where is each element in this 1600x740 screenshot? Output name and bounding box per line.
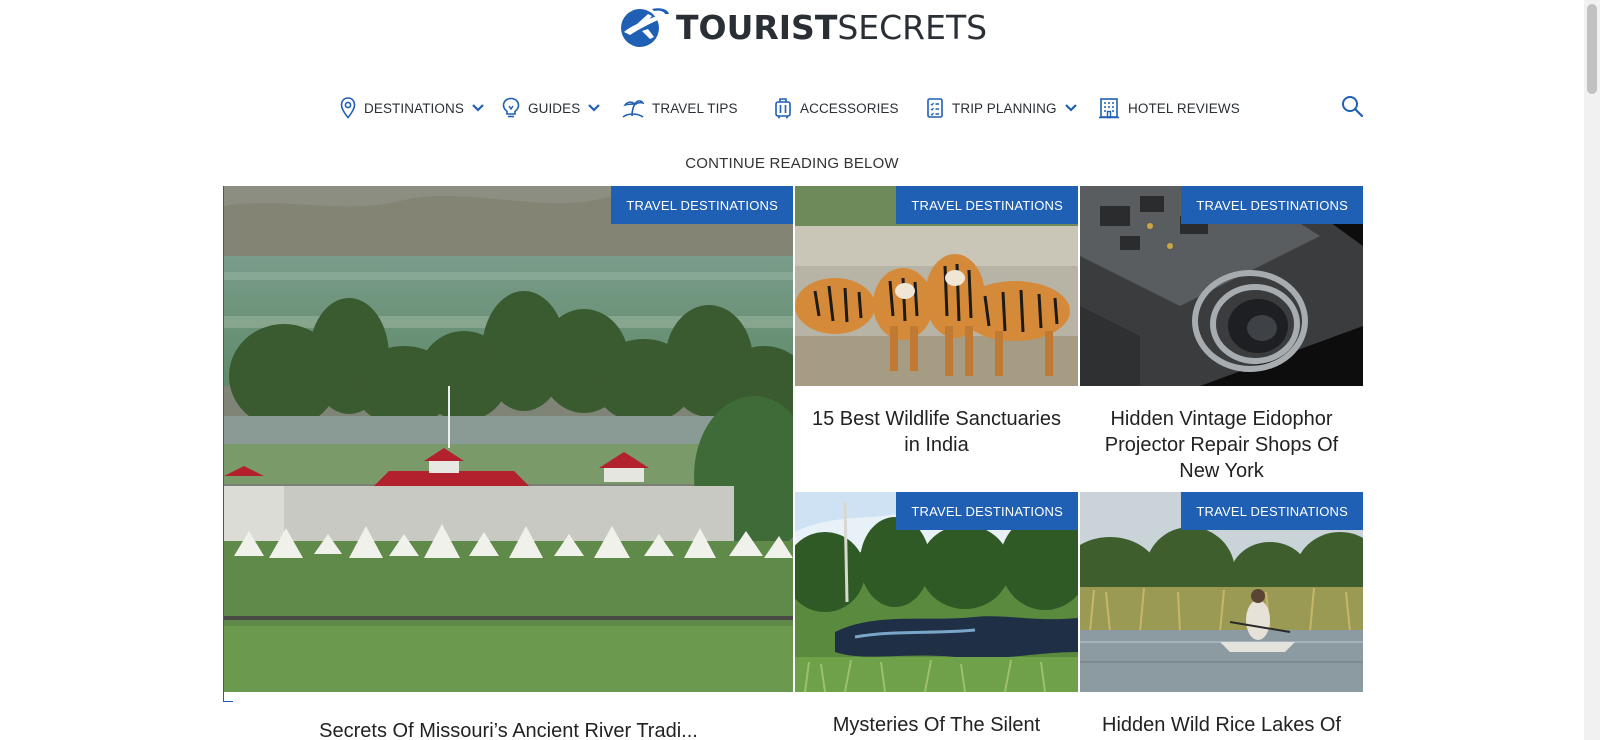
luggage-icon bbox=[775, 98, 791, 119]
fort-river-landscape-image bbox=[224, 186, 793, 692]
category-badge[interactable]: TRAVEL DESTINATIONS bbox=[611, 186, 793, 224]
chevron-down-icon bbox=[588, 104, 601, 112]
card-title[interactable]: Hidden Wild Rice Lakes Of bbox=[1088, 712, 1355, 738]
category-badge[interactable]: TRAVEL DESTINATIONS bbox=[896, 492, 1078, 530]
scrollbar-thumb[interactable] bbox=[1587, 4, 1597, 94]
category-badge[interactable]: TRAVEL DESTINATIONS bbox=[896, 186, 1078, 224]
card-image[interactable]: TRAVEL DESTINATIONS bbox=[1080, 492, 1363, 692]
continue-reading-label: CONTINUE READING BELOW bbox=[685, 155, 899, 172]
card-image[interactable]: TRAVEL DESTINATIONS bbox=[795, 492, 1078, 692]
nav-item-trip-planning[interactable]: TRIP PLANNING bbox=[926, 97, 1098, 119]
card-image[interactable]: TRAVEL DESTINATIONS bbox=[795, 186, 1078, 386]
card-title[interactable]: Mysteries Of The Silent bbox=[803, 712, 1070, 738]
site-logo[interactable]: TOURISTSECRETS bbox=[618, 4, 987, 50]
category-badge[interactable]: TRAVEL DESTINATIONS bbox=[1181, 186, 1363, 224]
chevron-down-icon bbox=[472, 104, 484, 112]
hotel-building-icon bbox=[1099, 98, 1119, 119]
nav-label: GUIDES bbox=[528, 100, 581, 116]
beach-palm-icon bbox=[622, 100, 644, 118]
card-title[interactable]: Secrets Of Missouri’s Ancient River Trad… bbox=[224, 718, 793, 740]
chevron-down-icon bbox=[1064, 104, 1077, 112]
page: TOURISTSECRETS DESTINATIONS GUIDES TRAVE… bbox=[0, 0, 1584, 740]
feature-card-image[interactable]: TRAVEL DESTINATIONS bbox=[224, 186, 793, 692]
logo-text-bold: TOURIST bbox=[676, 7, 838, 47]
logo-wordmark: TOURISTSECRETS bbox=[676, 11, 987, 44]
card-image[interactable]: TRAVEL DESTINATIONS bbox=[1080, 186, 1363, 386]
card-title[interactable]: Hidden Vintage Eidophor Projector Repair… bbox=[1088, 406, 1355, 484]
nav-label: HOTEL REVIEWS bbox=[1128, 100, 1240, 116]
nav-item-travel-tips[interactable]: TRAVEL TIPS bbox=[622, 98, 774, 118]
card-title[interactable]: 15 Best Wildlife Sanctuaries in India bbox=[803, 406, 1070, 458]
nav-label: TRAVEL TIPS bbox=[652, 100, 738, 116]
nav-item-accessories[interactable]: ACCESSORIES bbox=[774, 97, 926, 119]
lightbulb-icon bbox=[502, 97, 520, 118]
search-icon[interactable] bbox=[1340, 94, 1364, 118]
page-scrollbar[interactable] bbox=[1584, 0, 1600, 740]
checklist-icon bbox=[927, 98, 943, 118]
feature-card-border-bottom bbox=[223, 701, 233, 702]
nav-label: ACCESSORIES bbox=[800, 100, 899, 116]
nav-item-destinations[interactable]: DESTINATIONS bbox=[340, 97, 502, 119]
logo-text-light: SECRETS bbox=[837, 7, 988, 47]
location-pin-icon bbox=[340, 97, 356, 119]
nav-item-guides[interactable]: GUIDES bbox=[502, 97, 622, 119]
nav-label: DESTINATIONS bbox=[364, 100, 464, 116]
logo-plane-icon bbox=[621, 8, 669, 47]
nav-label: TRIP PLANNING bbox=[952, 100, 1057, 116]
main-nav: DESTINATIONS GUIDES TRAVEL TIPS ACCESSOR… bbox=[340, 94, 1240, 122]
nav-item-hotel-reviews[interactable]: HOTEL REVIEWS bbox=[1098, 97, 1240, 119]
category-badge[interactable]: TRAVEL DESTINATIONS bbox=[1181, 492, 1363, 530]
